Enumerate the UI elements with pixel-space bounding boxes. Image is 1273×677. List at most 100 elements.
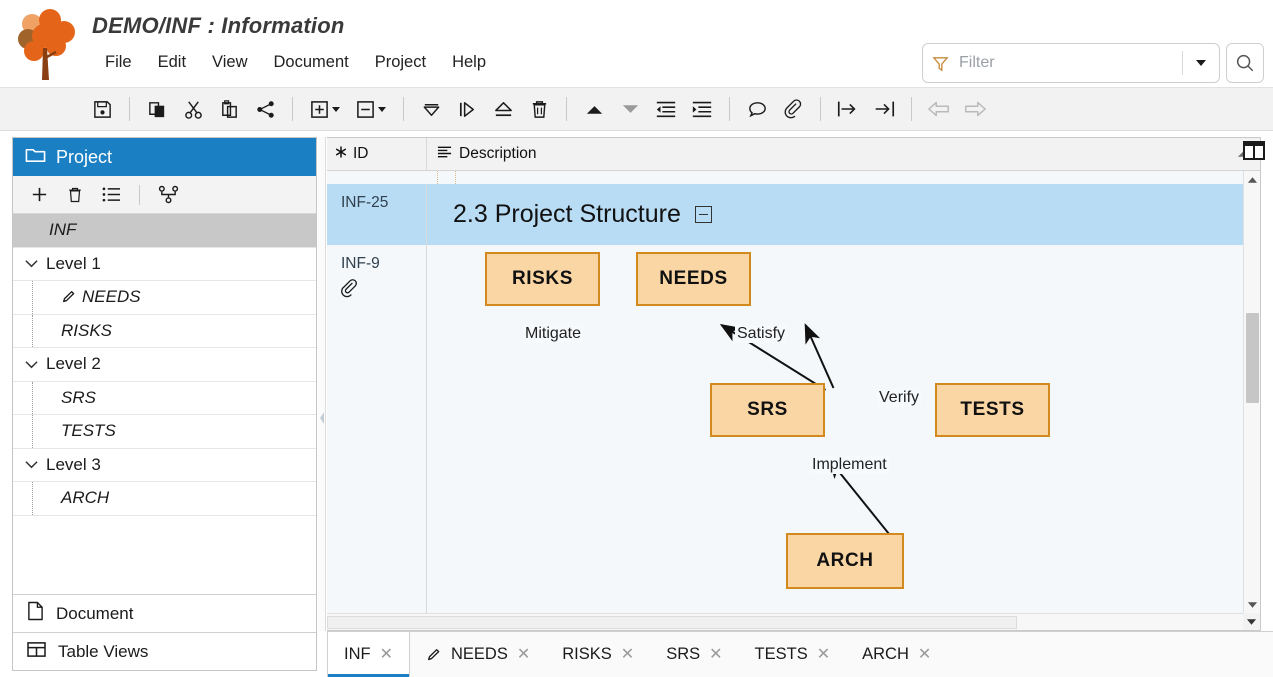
delete-button[interactable] — [521, 92, 557, 126]
link-to-button[interactable] — [866, 92, 902, 126]
menu-view[interactable]: View — [199, 50, 260, 75]
next-button[interactable] — [449, 92, 485, 126]
scroll-up-button[interactable] — [1244, 171, 1261, 188]
comment-button[interactable] — [739, 92, 775, 126]
chevron-down-icon[interactable] — [332, 107, 340, 112]
chevron-down-icon[interactable] — [21, 460, 41, 469]
tree-group-level-2[interactable]: Level 2 — [13, 348, 316, 382]
hierarchy-view-button[interactable] — [152, 180, 184, 210]
chevron-down-icon[interactable] — [1183, 60, 1219, 66]
menu-edit[interactable]: Edit — [145, 50, 199, 75]
split-panel-icon[interactable] — [1242, 140, 1266, 162]
divider — [129, 97, 130, 121]
tab-needs[interactable]: NEEDS ✕ — [410, 632, 546, 677]
tree-guide-line — [32, 482, 33, 515]
tree-item-risks[interactable]: RISKS — [13, 315, 316, 349]
move-up-button[interactable] — [576, 92, 612, 126]
indent-button[interactable] — [684, 92, 720, 126]
horizontal-scrollbar[interactable] — [327, 613, 1243, 630]
page-title: DEMO/INF : Information — [92, 13, 345, 39]
tree-guide-line — [32, 315, 33, 348]
diagram-node-risks[interactable]: RISKS — [485, 252, 600, 306]
tab-inf[interactable]: INF ✕ — [327, 632, 410, 677]
tree-logo-icon — [12, 6, 78, 82]
move-down-button[interactable] — [612, 92, 648, 126]
tab-label: RISKS — [562, 645, 612, 664]
diagram-node-arch[interactable]: ARCH — [786, 533, 904, 589]
filter-box[interactable] — [922, 43, 1220, 83]
project-panel-header: Project — [13, 138, 316, 176]
diagram-node-label: ARCH — [816, 550, 873, 572]
save-button[interactable] — [84, 92, 120, 126]
close-icon[interactable]: ✕ — [709, 647, 722, 663]
collapse-section-button[interactable] — [695, 206, 712, 223]
chevron-down-icon[interactable] — [378, 107, 386, 112]
pencil-icon — [426, 647, 442, 663]
search-button[interactable] — [1226, 43, 1264, 83]
tab-tests[interactable]: TESTS ✕ — [739, 632, 847, 677]
tree-item-srs[interactable]: SRS — [13, 382, 316, 416]
tab-srs[interactable]: SRS ✕ — [650, 632, 738, 677]
delete-document-button[interactable] — [59, 180, 91, 210]
paste-button[interactable] — [211, 92, 247, 126]
tab-risks[interactable]: RISKS ✕ — [546, 632, 650, 677]
menu-document[interactable]: Document — [261, 50, 362, 75]
add-button[interactable] — [302, 92, 348, 126]
menu-project[interactable]: Project — [362, 50, 439, 75]
document-rows: INF-25 2.3 Project Structure INF-9 — [327, 171, 1260, 630]
paperclip-icon[interactable] — [341, 279, 426, 303]
sidebar-item-table-views[interactable]: Table Views — [13, 632, 316, 670]
list-view-button[interactable] — [95, 180, 127, 210]
tree-item-inf[interactable]: INF — [13, 214, 316, 248]
column-header-description-label: Description — [459, 145, 537, 163]
menu-help[interactable]: Help — [439, 50, 499, 75]
tree-item-arch[interactable]: ARCH — [13, 482, 316, 516]
chevron-down-icon[interactable] — [21, 360, 41, 369]
tab-arch[interactable]: ARCH ✕ — [846, 632, 947, 677]
tree-item-tests[interactable]: TESTS — [13, 415, 316, 449]
scroll-down-button[interactable] — [1244, 596, 1261, 613]
table-row[interactable]: INF-9 — [327, 245, 1260, 630]
row-id: INF-25 — [327, 184, 427, 245]
back-button[interactable] — [921, 92, 957, 126]
horizontal-scrollbar-thumb[interactable] — [327, 616, 1017, 629]
close-icon[interactable]: ✕ — [817, 647, 830, 663]
menu-file[interactable]: File — [92, 50, 145, 75]
text-lines-icon — [437, 145, 452, 164]
vertical-scrollbar[interactable] — [1243, 171, 1260, 613]
filter-input[interactable] — [957, 54, 1182, 72]
remove-button[interactable] — [348, 92, 394, 126]
table-row[interactable]: INF-25 2.3 Project Structure — [327, 184, 1260, 245]
scroll-right-button[interactable] — [1243, 613, 1260, 630]
chevron-down-icon[interactable] — [21, 259, 41, 268]
close-icon[interactable]: ✕ — [517, 647, 530, 663]
forward-button[interactable] — [957, 92, 993, 126]
filter-rows-button[interactable] — [413, 92, 449, 126]
diagram-node-srs[interactable]: SRS — [710, 383, 825, 437]
sidebar-item-document[interactable]: Document — [13, 594, 316, 632]
column-header-description[interactable]: Description — [427, 138, 1226, 170]
diagram-node-tests[interactable]: TESTS — [935, 383, 1050, 437]
attach-button[interactable] — [775, 92, 811, 126]
unindent-level-button[interactable] — [485, 92, 521, 126]
diagram-node-needs[interactable]: NEEDS — [636, 252, 751, 306]
tree-item-label: Level 2 — [41, 354, 101, 374]
close-icon[interactable]: ✕ — [621, 647, 634, 663]
diagram-edge-label-implement: Implement — [810, 456, 889, 474]
divider — [566, 97, 567, 121]
vertical-scrollbar-thumb[interactable] — [1246, 313, 1259, 403]
close-icon[interactable]: ✕ — [918, 647, 931, 663]
link-from-button[interactable] — [830, 92, 866, 126]
share-button[interactable] — [247, 92, 283, 126]
splitter-collapse-icon[interactable] — [319, 411, 325, 425]
tree-group-level-1[interactable]: Level 1 — [13, 248, 316, 282]
outdent-button[interactable] — [648, 92, 684, 126]
copy-button[interactable] — [139, 92, 175, 126]
panel-splitter[interactable] — [318, 137, 326, 631]
tree-item-needs[interactable]: NEEDS — [13, 281, 316, 315]
add-document-button[interactable] — [23, 180, 55, 210]
column-header-id[interactable]: ID — [327, 138, 427, 170]
tree-group-level-3[interactable]: Level 3 — [13, 449, 316, 483]
close-icon[interactable]: ✕ — [380, 647, 393, 663]
cut-button[interactable] — [175, 92, 211, 126]
